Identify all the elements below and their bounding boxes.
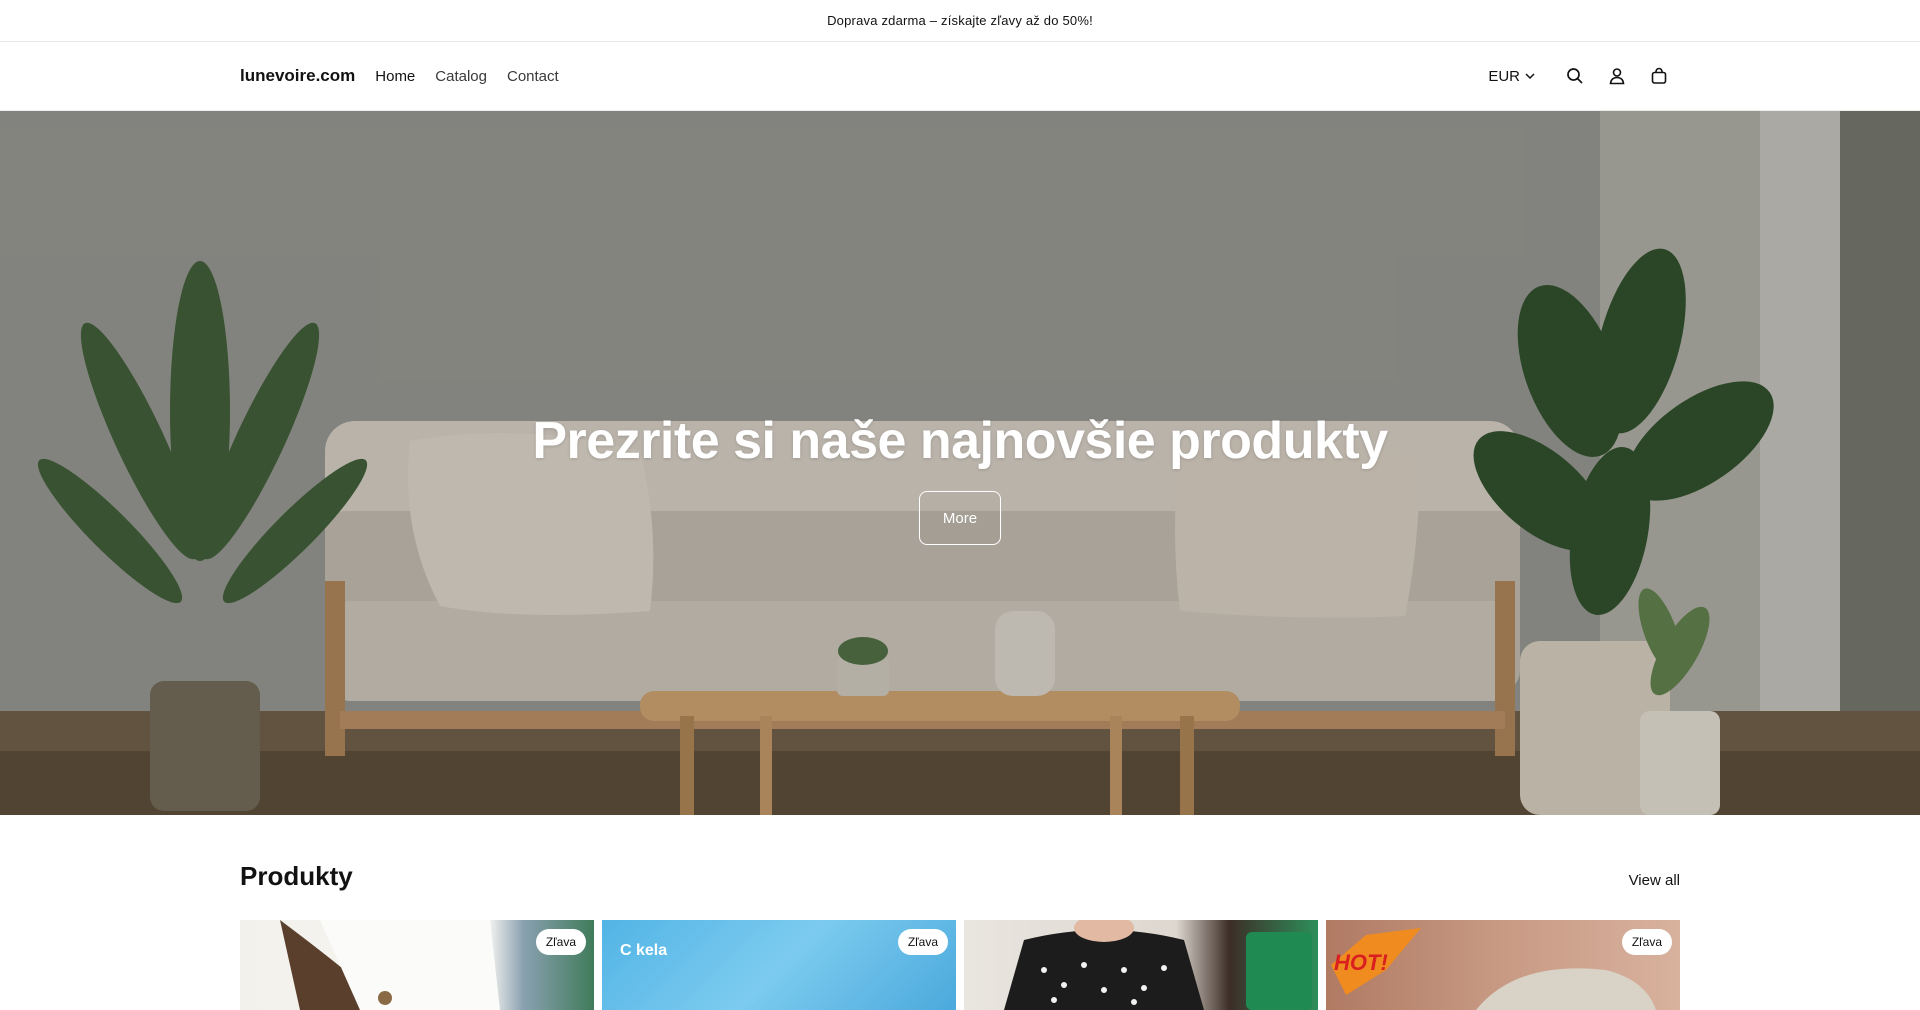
announcement-text: Doprava zdarma – získajte zľavy až do 50… — [827, 13, 1093, 28]
product-card[interactable]: C kela Zľava — [602, 920, 956, 1010]
product-overlay-text: C kela — [620, 942, 667, 960]
product-card[interactable]: HOT! Zľava — [1326, 920, 1680, 1010]
product-card[interactable] — [964, 920, 1318, 1010]
nav-home[interactable]: Home — [375, 68, 415, 85]
account-icon — [1608, 67, 1626, 85]
product-card[interactable]: Zľava — [240, 920, 594, 1010]
sale-badge: Zľava — [536, 929, 586, 955]
announcement-bar: Doprava zdarma – získajte zľavy až do 50… — [0, 0, 1920, 42]
search-icon — [1566, 67, 1584, 85]
product-grid: Zľava C kela Zľava HOT! — [240, 920, 1680, 1010]
cart-button[interactable] — [1638, 55, 1680, 97]
product-image — [964, 920, 1318, 1010]
cart-icon — [1650, 67, 1668, 85]
products-title: Produkty — [240, 861, 353, 892]
product-overlay-text: HOT! — [1334, 950, 1388, 976]
products-section: Produkty View all Zľava C kela Zľava — [240, 815, 1680, 993]
sale-badge: Zľava — [898, 929, 948, 955]
currency-label: EUR — [1488, 68, 1520, 85]
view-all-link[interactable]: View all — [1629, 872, 1680, 889]
site-logo[interactable]: lunevoire.com — [240, 66, 355, 86]
search-button[interactable] — [1554, 55, 1596, 97]
sale-badge: Zľava — [1622, 929, 1672, 955]
hero-title: Prezrite si naše najnovšie produkty — [532, 411, 1387, 471]
account-button[interactable] — [1596, 55, 1638, 97]
site-header: lunevoire.com Home Catalog Contact EUR — [0, 42, 1920, 111]
hero-banner: Prezrite si naše najnovšie produkty More — [0, 111, 1920, 815]
currency-selector[interactable]: EUR — [1488, 68, 1536, 85]
hero-more-button[interactable]: More — [919, 491, 1001, 545]
chevron-down-icon — [1524, 70, 1536, 82]
nav-catalog[interactable]: Catalog — [435, 68, 487, 85]
main-nav: Home Catalog Contact — [375, 68, 558, 85]
nav-contact[interactable]: Contact — [507, 68, 559, 85]
